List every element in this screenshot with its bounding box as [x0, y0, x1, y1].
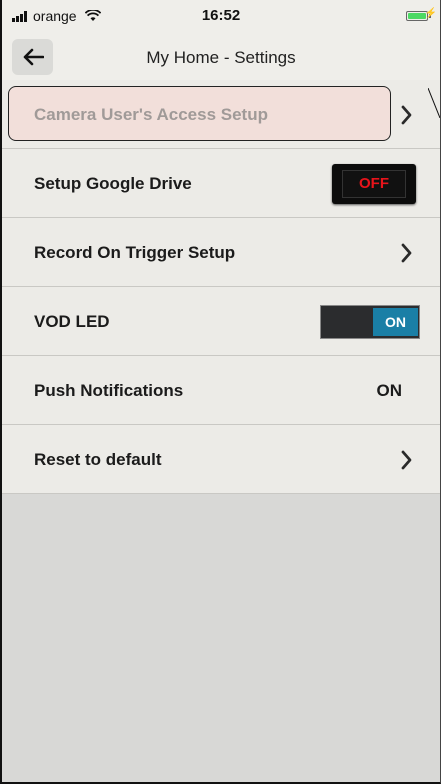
- row-label: Setup Google Drive: [34, 174, 192, 193]
- chevron-right-icon: [401, 450, 412, 470]
- vod-led-switch[interactable]: ON: [320, 305, 420, 339]
- camera-access-setup-row[interactable]: Camera User's Access Setup: [2, 80, 440, 149]
- row-label: Reset to default: [34, 450, 162, 469]
- charging-icon: ⚡: [424, 8, 437, 19]
- clock: 16:52: [201, 7, 241, 24]
- push-notifications-row[interactable]: Push Notifications ON: [2, 356, 440, 425]
- page-title: My Home - Settings: [146, 48, 296, 67]
- phone-screen: orange 16:52 ⚡ My Home - Settings Camera…: [0, 0, 441, 784]
- navigation-bar: My Home - Settings: [2, 34, 440, 80]
- record-trigger-row[interactable]: Record On Trigger Setup: [2, 218, 440, 287]
- push-notifications-value: ON: [376, 381, 403, 400]
- row-label: Camera User's Access Setup: [34, 105, 268, 124]
- google-drive-toggle[interactable]: OFF: [332, 164, 416, 204]
- switch-state: ON: [373, 308, 418, 336]
- row-label: VOD LED: [34, 312, 110, 331]
- pointer-line: [428, 88, 440, 118]
- reset-default-row[interactable]: Reset to default: [2, 425, 440, 494]
- toggle-state: OFF: [342, 170, 406, 198]
- chevron-right-icon: [401, 105, 412, 125]
- google-drive-row: Setup Google Drive OFF: [2, 149, 440, 218]
- row-label: Push Notifications: [34, 381, 184, 400]
- chevron-right-icon: [401, 243, 412, 263]
- status-bar: orange 16:52 ⚡: [2, 0, 440, 34]
- settings-list: Camera User's Access Setup Setup Google …: [2, 80, 440, 494]
- vod-led-row: VOD LED ON: [2, 287, 440, 356]
- row-label: Record On Trigger Setup: [34, 243, 236, 262]
